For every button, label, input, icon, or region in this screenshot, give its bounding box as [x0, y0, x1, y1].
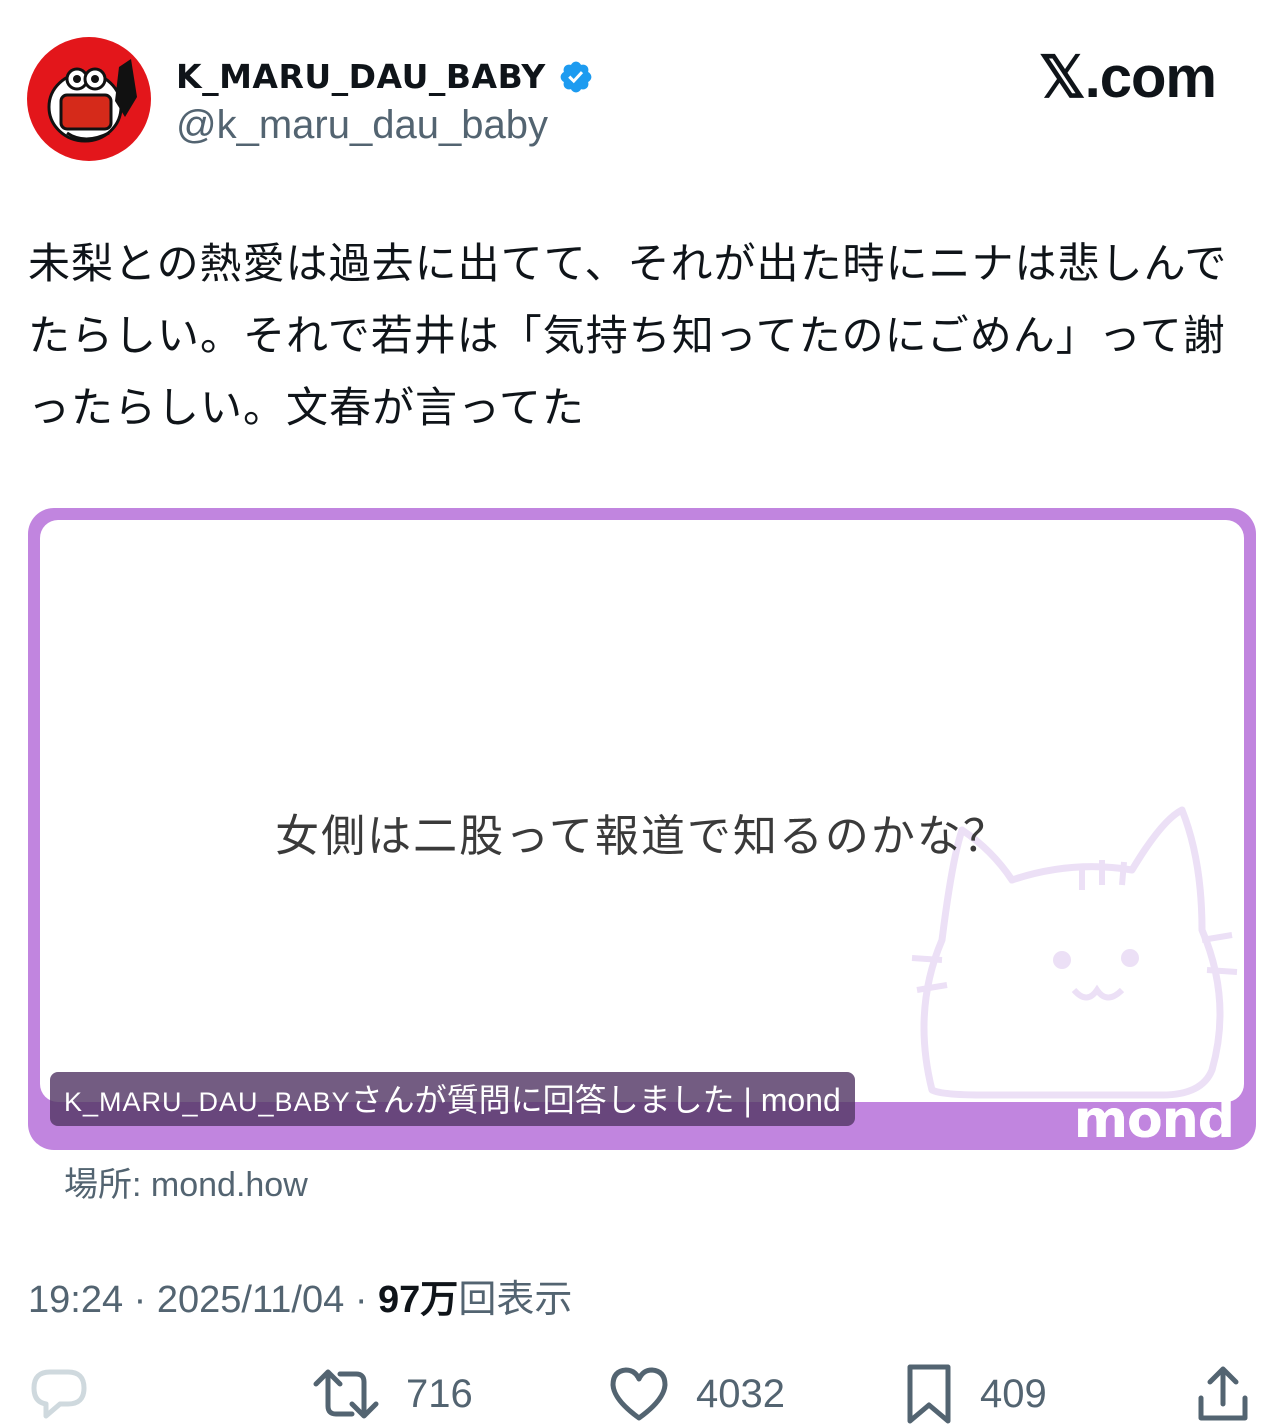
retweet-count: 716 [406, 1371, 473, 1416]
brand-logo: 𝕏.com [1038, 45, 1217, 110]
views-count: 97万 [378, 1279, 459, 1321]
heart-icon [610, 1367, 668, 1421]
card-caption[interactable]: K_MARU_DAU_BABYさんが質問に回答しました | mond [50, 1072, 855, 1126]
like-count: 4032 [696, 1371, 785, 1416]
bookmark-count: 409 [980, 1371, 1047, 1416]
bookmark-icon [907, 1364, 951, 1424]
tweet-time[interactable]: 19:24 [28, 1279, 123, 1321]
link-card[interactable]: 女側は二股って報道で知るのかな？ [28, 508, 1256, 1150]
reply-button[interactable] [30, 1362, 88, 1426]
verified-badge-icon [560, 61, 592, 93]
display-name-text: K_MARU_DAU_BABY [176, 57, 546, 96]
views-label: 回表示 [458, 1279, 573, 1321]
mond-logo: mond [1073, 1090, 1235, 1150]
tweet-text: 未梨との熱愛は過去に出てて、それが出た時にニナは悲しんでたらしい。それで若井は「… [28, 239, 1228, 432]
separator-dot: · [133, 1279, 157, 1321]
bookmark-button[interactable]: 409 [904, 1362, 1047, 1426]
share-icon [1198, 1366, 1248, 1421]
user-handle[interactable]: @k_maru_dau_baby [176, 101, 548, 149]
retweet-button[interactable]: 716 [312, 1362, 473, 1426]
card-source[interactable]: 場所: mond.how [64, 1162, 308, 1208]
reply-icon [31, 1369, 87, 1419]
tweet-date[interactable]: 2025/11/04 [157, 1279, 344, 1321]
card-image: 女側は二股って報道で知るのかな？ [40, 520, 1244, 1102]
action-bar: 716 4032 409 [0, 1362, 1284, 1426]
share-button[interactable] [1196, 1362, 1250, 1426]
separator-dot: · [354, 1279, 379, 1321]
like-button[interactable]: 4032 [608, 1362, 785, 1426]
card-caption-name: K_MARU_DAU_BABY [64, 1087, 351, 1117]
display-name[interactable]: K_MARU_DAU_BABY [176, 56, 594, 98]
retweet-icon [313, 1369, 379, 1419]
card-question: 女側は二股って報道で知るのかな？ [275, 811, 1009, 862]
tweet-meta: 19:24 · 2025/11/04 · 97万回表示 [28, 1276, 572, 1324]
avatar[interactable] [27, 37, 151, 161]
card-caption-text: さんが質問に回答しました | mond [350, 1082, 841, 1118]
mascot-avatar-image [47, 59, 137, 143]
